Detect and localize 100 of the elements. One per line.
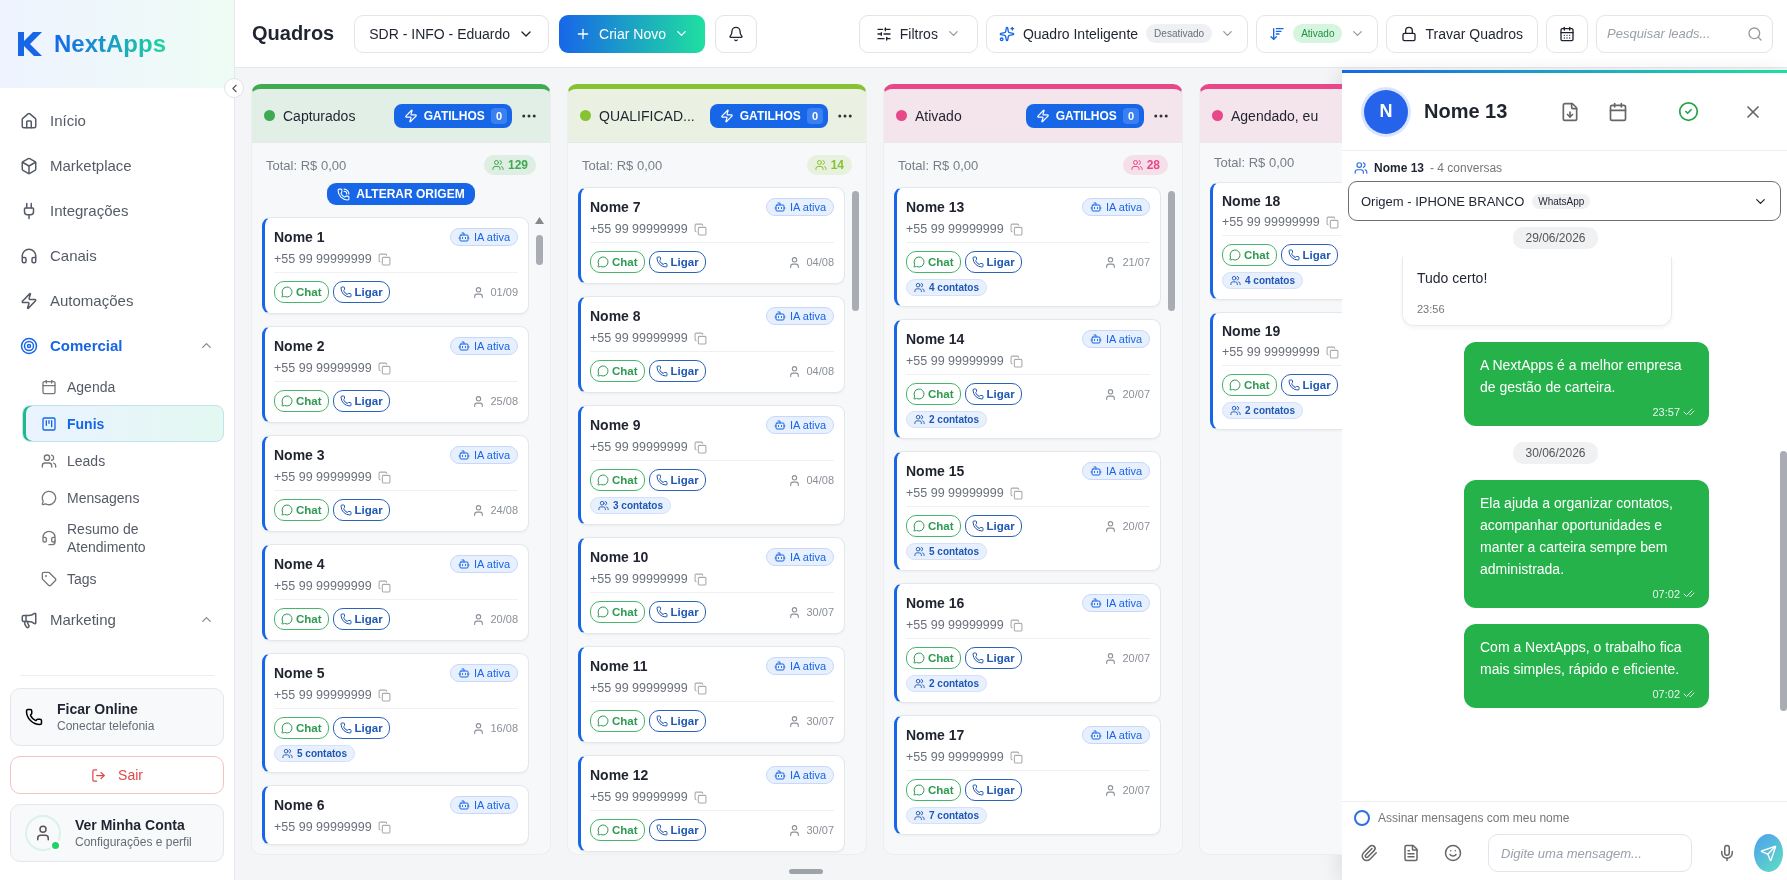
call-button[interactable]: Ligar <box>332 281 390 303</box>
copy-icon[interactable] <box>693 681 707 695</box>
copy-icon[interactable] <box>377 361 391 375</box>
call-button[interactable]: Ligar <box>648 710 706 732</box>
nav-item[interactable]: Comercial <box>10 323 224 368</box>
chat-button[interactable]: Chat <box>1222 374 1277 396</box>
call-button[interactable]: Ligar <box>648 819 706 841</box>
call-button[interactable]: Ligar <box>648 601 706 623</box>
column-total: Total: R$ 0,00 <box>898 157 979 173</box>
telephony-card[interactable]: Ficar Online Conectar telefonia <box>10 688 224 746</box>
chat-button[interactable]: Chat <box>274 608 329 630</box>
chat-button[interactable]: Chat <box>590 251 645 273</box>
chat-button[interactable]: Chat <box>590 601 645 623</box>
nav-item[interactable]: Canais <box>10 233 224 278</box>
copy-icon[interactable] <box>693 440 707 454</box>
change-origin-button[interactable]: ALTERAR ORIGEM <box>327 183 475 205</box>
nav-item[interactable]: Marketing <box>10 597 224 642</box>
call-button[interactable]: Ligar <box>648 469 706 491</box>
nav-subitem[interactable]: Tags <box>22 560 224 597</box>
call-button[interactable]: Ligar <box>648 360 706 382</box>
chat-button[interactable]: Chat <box>906 383 961 405</box>
sent-message: Ela ajuda a organizar contatos, acompanhar oportunidades e manter a carteira sempre bem administrada. 07:02 <box>1464 480 1709 608</box>
logout-button[interactable]: Sair <box>10 756 224 794</box>
call-button[interactable]: Ligar <box>332 499 390 521</box>
call-button[interactable]: Ligar <box>964 779 1022 801</box>
call-button[interactable]: Ligar <box>1280 244 1338 266</box>
call-button[interactable]: Ligar <box>332 608 390 630</box>
message-input[interactable]: Digite uma mensagem... <box>1488 834 1692 872</box>
call-button[interactable]: Ligar <box>332 390 390 412</box>
lock-boards-button[interactable]: Travar Quadros <box>1386 14 1538 53</box>
chat-button[interactable]: Chat <box>590 469 645 491</box>
scroll-handle[interactable] <box>788 869 823 874</box>
call-button[interactable]: Ligar <box>964 515 1022 537</box>
call-button[interactable]: Ligar <box>332 717 390 739</box>
chat-button[interactable]: Chat <box>906 251 961 273</box>
copy-icon[interactable] <box>1009 618 1023 632</box>
nav-item[interactable]: Integrações <box>10 188 224 233</box>
sign-option[interactable]: Assinar mensagens com meu nome <box>1354 810 1777 826</box>
origin-select[interactable]: Origem - IPHONE BRANCO WhatsApp <box>1348 181 1781 221</box>
send-button[interactable] <box>1754 834 1783 872</box>
account-card[interactable]: Ver Minha Conta Configurações e perfil <box>10 804 224 862</box>
chat-button[interactable]: Chat <box>1222 244 1277 266</box>
lead-date: 20/07 <box>1104 651 1150 665</box>
copy-icon[interactable] <box>1009 486 1023 500</box>
copy-icon[interactable] <box>693 790 707 804</box>
call-button[interactable]: Ligar <box>964 251 1022 273</box>
calendar-button[interactable] <box>1546 14 1588 53</box>
copy-icon[interactable] <box>377 252 391 266</box>
chat-button[interactable]: Chat <box>906 515 961 537</box>
call-button[interactable]: Ligar <box>964 647 1022 669</box>
chat-button[interactable]: Chat <box>906 779 961 801</box>
nav-item[interactable]: Marketplace <box>10 143 224 188</box>
nav-subitem[interactable]: Leads <box>22 442 224 479</box>
chat-button[interactable]: Chat <box>274 499 329 521</box>
send-icon <box>1760 844 1777 862</box>
lead-date: 30/07 <box>788 605 834 619</box>
chat-button[interactable]: Chat <box>906 647 961 669</box>
smart-board-button[interactable]: Quadro Inteligente Desativado <box>985 14 1249 53</box>
copy-icon[interactable] <box>377 579 391 593</box>
triggers-button[interactable]: GATILHOS 0 <box>709 103 828 128</box>
copy-icon[interactable] <box>1009 354 1023 368</box>
sort-button[interactable]: Ativado <box>1256 14 1379 53</box>
filters-button[interactable]: Filtros <box>858 14 978 53</box>
copy-icon[interactable] <box>1009 222 1023 236</box>
call-button[interactable]: Ligar <box>964 383 1022 405</box>
nav-subitem[interactable]: Agenda <box>22 368 224 405</box>
nav-item[interactable]: Início <box>10 98 224 143</box>
copy-icon[interactable] <box>693 222 707 236</box>
copy-icon[interactable] <box>693 572 707 586</box>
column-title: QUALIFICAD... <box>599 107 695 124</box>
copy-icon[interactable] <box>377 470 391 484</box>
search-field[interactable]: Pesquisar leads... <box>1596 14 1773 53</box>
chat-button[interactable]: Chat <box>590 360 645 382</box>
copy-icon[interactable] <box>1325 345 1339 359</box>
nav-subitem[interactable]: Resumo de Atendimento <box>22 516 224 560</box>
copy-icon[interactable] <box>693 331 707 345</box>
radio-button[interactable] <box>1354 810 1370 826</box>
phone-number: +55 99 99999999 <box>590 331 688 345</box>
chat-button[interactable]: Chat <box>590 710 645 732</box>
chat-button[interactable]: Chat <box>274 717 329 739</box>
board-select[interactable]: SDR - INFO - Eduardo <box>354 14 550 53</box>
chat-button[interactable]: Chat <box>274 281 329 303</box>
triggers-button[interactable]: GATILHOS 0 <box>1025 103 1144 128</box>
notifications-button[interactable] <box>715 14 757 53</box>
collapse-button[interactable] <box>224 78 244 98</box>
copy-icon[interactable] <box>377 820 391 834</box>
chat-bubble-icon <box>913 652 925 664</box>
nav-subitem[interactable]: Mensagens <box>22 479 224 516</box>
call-button[interactable]: Ligar <box>1280 374 1338 396</box>
users-icon <box>914 546 925 557</box>
nav-item[interactable]: Automações <box>10 278 224 323</box>
copy-icon[interactable] <box>1325 215 1339 229</box>
phone-number: +55 99 99999999 <box>906 750 1004 764</box>
chat-button[interactable]: Chat <box>590 819 645 841</box>
call-button[interactable]: Ligar <box>648 251 706 273</box>
triggers-button[interactable]: GATILHOS 0 <box>393 103 512 128</box>
nav-subitem[interactable]: Funis <box>22 405 224 442</box>
chat-button[interactable]: Chat <box>274 390 329 412</box>
copy-icon[interactable] <box>1009 750 1023 764</box>
copy-icon[interactable] <box>377 688 391 702</box>
